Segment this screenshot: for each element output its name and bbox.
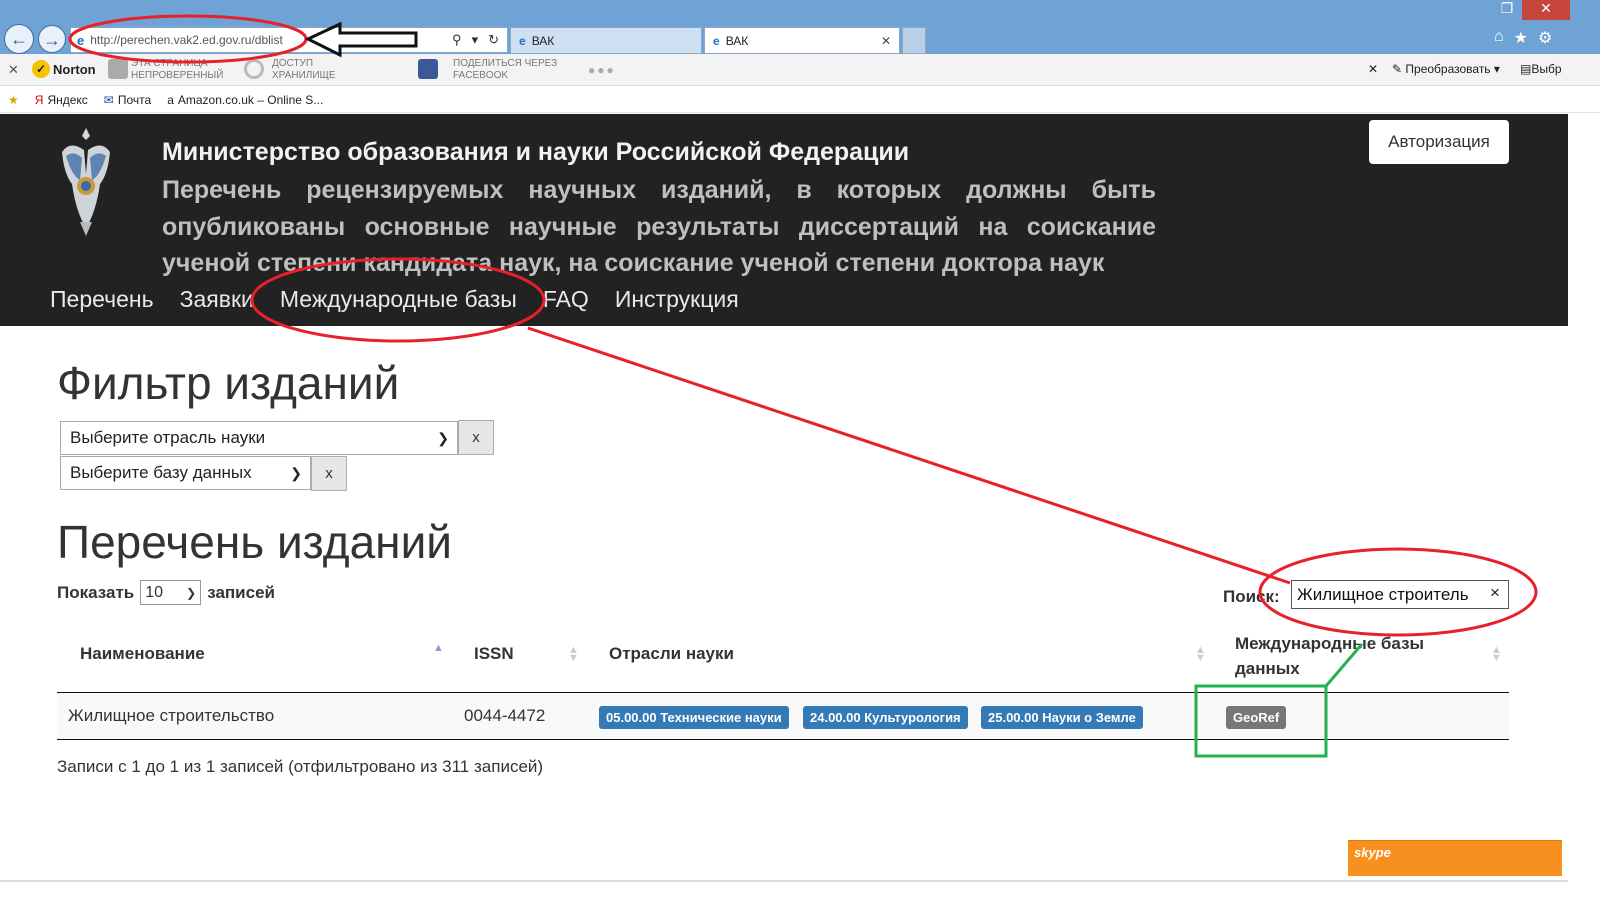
login-button[interactable]: Авторизация [1369,120,1509,164]
nav-instructions[interactable]: Инструкция [615,286,739,313]
sort-icon[interactable]: ▲ ▼ [568,645,579,664]
ie-icon: e [519,33,526,48]
science-badge: 25.00.00 Науки о Земле [981,706,1143,729]
question-icon [108,59,128,79]
favorites-star-icon[interactable]: ★ [1514,28,1528,48]
tab-vak-1[interactable]: e ВАК [510,27,702,54]
journal-issn: 0044-4472 [464,706,546,725]
storage-access[interactable]: ДОСТУП ХРАНИЛИЩЕ [272,58,336,82]
tab-vak-2[interactable]: e ВАК ✕ [704,27,900,54]
amazon-icon: a [167,92,174,107]
tab-label: ВАК [725,33,749,48]
database-badge: GeoRef [1226,706,1287,729]
clear-science-button[interactable]: x [458,420,494,455]
russian-eagle-emblem-icon [62,128,110,236]
facebook-icon [418,59,438,79]
storage-icon [244,59,264,79]
settings-gear-icon[interactable]: ⚙ [1538,28,1552,48]
nav-list[interactable]: Перечень [50,286,154,313]
clear-database-button[interactable]: x [311,456,347,491]
refresh-icon[interactable]: ↻ [488,32,499,48]
convert-icon: ✎ [1392,62,1406,76]
search-icon[interactable]: ⚲ [452,32,462,48]
nav-faq[interactable]: FAQ [543,286,589,313]
forward-icon[interactable]: → [38,25,66,53]
norton-toolbar: ✕ ✓ Norton ЭТА СТРАНИЦА НЕПРОВЕРЕННЫЙ ДО… [0,54,1600,86]
window-bottom-border [0,880,1568,882]
ministry-title: Министерство образования и науки Российс… [162,138,910,166]
ie-icon: e [713,33,720,48]
select-button[interactable]: ▤Выбр [1520,62,1562,76]
norton-check-icon: ✓ [32,60,50,78]
close-toolbar-icon[interactable]: ✕ [8,62,19,78]
science-badge: 05.00.00 Технические науки [599,706,789,729]
dropdown-icon[interactable]: ▾ [472,32,479,48]
list-description: Перечень рецензируемых научных изданий, … [162,176,1156,277]
close-tab-icon[interactable]: ✕ [881,34,891,48]
skype-logo: skype [1354,845,1391,860]
share-facebook[interactable]: ПОДЕЛИТЬСЯ ЧЕРЕЗ FACEBOOK [453,58,557,82]
sort-icon[interactable]: ▲ ▼ [1195,645,1206,664]
favorites-add-icon[interactable]: ★ [8,93,19,107]
column-header-sciences[interactable]: Отрасли науки [609,644,734,664]
page-length-select[interactable]: 10 ❯ [140,580,202,605]
more-icon[interactable]: ●●● [588,63,616,77]
restore-icon[interactable]: ❐ [1494,0,1520,20]
nav-requests[interactable]: Заявки [180,286,254,313]
address-bar[interactable]: e http://perechen.vak2.ed.gov.ru/dblist … [70,27,508,53]
convert-button[interactable]: ✎ Преобразовать ▾ [1392,62,1500,76]
table-info: Записи с 1 до 1 из 1 записей (отфильтров… [57,757,544,776]
close-convert-icon[interactable]: ✕ [1368,62,1378,76]
select-icon: ▤ [1520,62,1532,76]
url-text: http://perechen.vak2.ed.gov.ru/dblist [90,33,283,47]
favorite-yandex[interactable]: Я Яндекс [35,93,88,107]
site-header: Министерство образования и науки Российс… [0,114,1568,326]
chevron-down-icon: ❯ [437,429,449,446]
browser-titlebar: ← → e http://perechen.vak2.ed.gov.ru/dbl… [0,0,1600,54]
filter-heading: Фильтр изданий [57,357,400,409]
yandex-icon: Я [34,92,44,107]
science-branch-select[interactable]: Выберите отрасль науки ❯ [60,421,458,455]
back-icon[interactable]: ← [4,24,34,54]
sort-asc-icon[interactable]: ▲ [433,643,444,654]
main-nav: Перечень Заявки Международные базы FAQ И… [50,286,739,313]
column-header-name[interactable]: Наименование [80,644,205,664]
ie-icon: e [77,32,85,48]
sort-icon[interactable]: ▲ ▼ [1491,645,1502,664]
journal-name[interactable]: Жилищное строительство [68,706,274,726]
skype-bar[interactable]: skype [1348,840,1562,876]
list-heading: Перечень изданий [57,516,452,568]
mail-icon: ✉ [103,92,114,107]
new-tab-button[interactable] [902,27,926,54]
favorites-bar: ★ Я Яндекс ✉ Почта a Amazon.co.uk – Online … [0,87,1600,113]
science-badge: 24.00.00 Культурология [803,706,968,729]
favorite-mail[interactable]: ✉ Почта [104,93,151,107]
database-select[interactable]: Выберите базу данных ❯ [60,456,311,490]
page-length-control: Показать 10 ❯ записей [57,580,275,605]
column-header-databases[interactable]: Международные базы данных [1235,631,1465,681]
favorite-amazon[interactable]: a Amazon.co.uk – Online S... [167,93,323,107]
page-status[interactable]: ЭТА СТРАНИЦА НЕПРОВЕРЕННЫЙ [131,58,223,82]
search-label: Поиск: [1223,587,1280,606]
home-icon[interactable]: ⌂ [1494,28,1504,48]
tab-label: ВАК [531,33,555,48]
norton-logo[interactable]: ✓ Norton [32,60,96,78]
search-input[interactable]: Жилищное строитель [1291,580,1509,609]
column-header-issn[interactable]: ISSN [474,644,514,664]
annotation-connector-line [527,326,1291,585]
clear-search-icon[interactable]: × [1490,583,1500,603]
nav-international-databases[interactable]: Международные базы [280,286,517,313]
chevron-down-icon: ❯ [186,585,197,600]
close-window-icon[interactable]: ✕ [1522,0,1570,20]
chevron-down-icon: ❯ [290,464,302,481]
